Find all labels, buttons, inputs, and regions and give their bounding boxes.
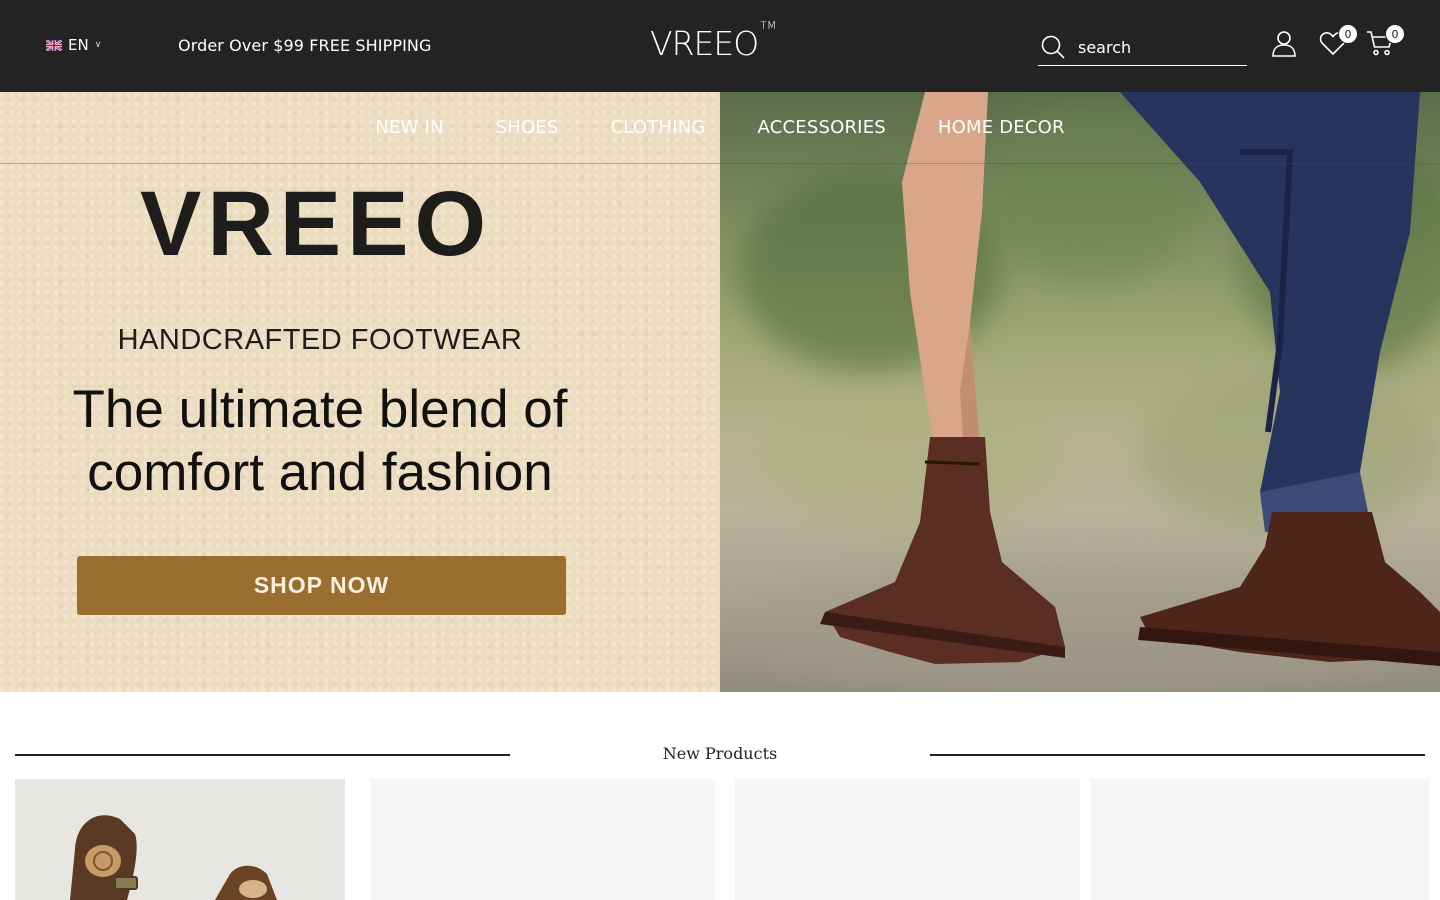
hero-brand-logo: VREEO	[140, 173, 493, 275]
nav-accessories[interactable]: ACCESSORIES	[758, 117, 886, 138]
nav-clothing[interactable]: CLOTHING	[611, 117, 706, 138]
logo-text: VREEO	[650, 24, 759, 63]
hero-headline: The ultimate blend of comfort and fashio…	[0, 378, 640, 504]
hero-photo	[720, 92, 1440, 692]
headline-line-2: comfort and fashion	[87, 443, 553, 502]
nav-new-in[interactable]: NEW IN	[375, 117, 443, 138]
product-card[interactable]	[15, 779, 345, 900]
site-logo[interactable]: VREEO TM	[650, 19, 776, 63]
user-icon	[1270, 29, 1298, 61]
account-button[interactable]	[1269, 30, 1299, 60]
nav-shoes[interactable]: SHOES	[496, 117, 559, 138]
boots-photo-illustration	[820, 92, 1440, 666]
section-divider-right	[930, 754, 1425, 756]
wishlist-button[interactable]: 0	[1318, 24, 1358, 60]
search-icon[interactable]	[1038, 32, 1068, 62]
cart-count-badge: 0	[1385, 24, 1405, 44]
language-selector[interactable]: EN ∨	[46, 36, 101, 54]
hero-tagline: HANDCRAFTED FOOTWEAR	[117, 324, 523, 356]
chevron-down-icon: ∨	[94, 40, 102, 50]
language-label: EN	[68, 36, 89, 54]
trademark-mark: TM	[760, 19, 777, 32]
product-image	[15, 779, 345, 900]
hero-banner: VREEO HANDCRAFTED FOOTWEAR The ultimate …	[0, 92, 1440, 692]
search-input[interactable]	[1078, 37, 1238, 57]
hero-left-panel: VREEO HANDCRAFTED FOOTWEAR The ultimate …	[0, 92, 720, 692]
product-card[interactable]	[1090, 779, 1430, 900]
product-grid	[15, 779, 1440, 900]
cart-button[interactable]: 0	[1365, 24, 1405, 60]
promo-text: Order Over $99 FREE SHIPPING	[178, 36, 432, 55]
shop-now-button[interactable]: SHOP NOW	[77, 556, 566, 615]
wishlist-count-badge: 0	[1338, 24, 1358, 44]
nav-home-decor[interactable]: HOME DECOR	[938, 117, 1065, 138]
product-card[interactable]	[735, 779, 1080, 900]
product-card[interactable]	[370, 779, 715, 900]
top-header: EN ∨ Order Over $99 FREE SHIPPING VREEO T…	[0, 0, 1440, 92]
headline-line-1: The ultimate blend of	[72, 380, 568, 439]
uk-flag-icon	[46, 39, 62, 51]
main-nav: NEW IN SHOES CLOTHING ACCESSORIES HOME D…	[0, 92, 1440, 164]
search-box[interactable]	[1038, 29, 1247, 66]
